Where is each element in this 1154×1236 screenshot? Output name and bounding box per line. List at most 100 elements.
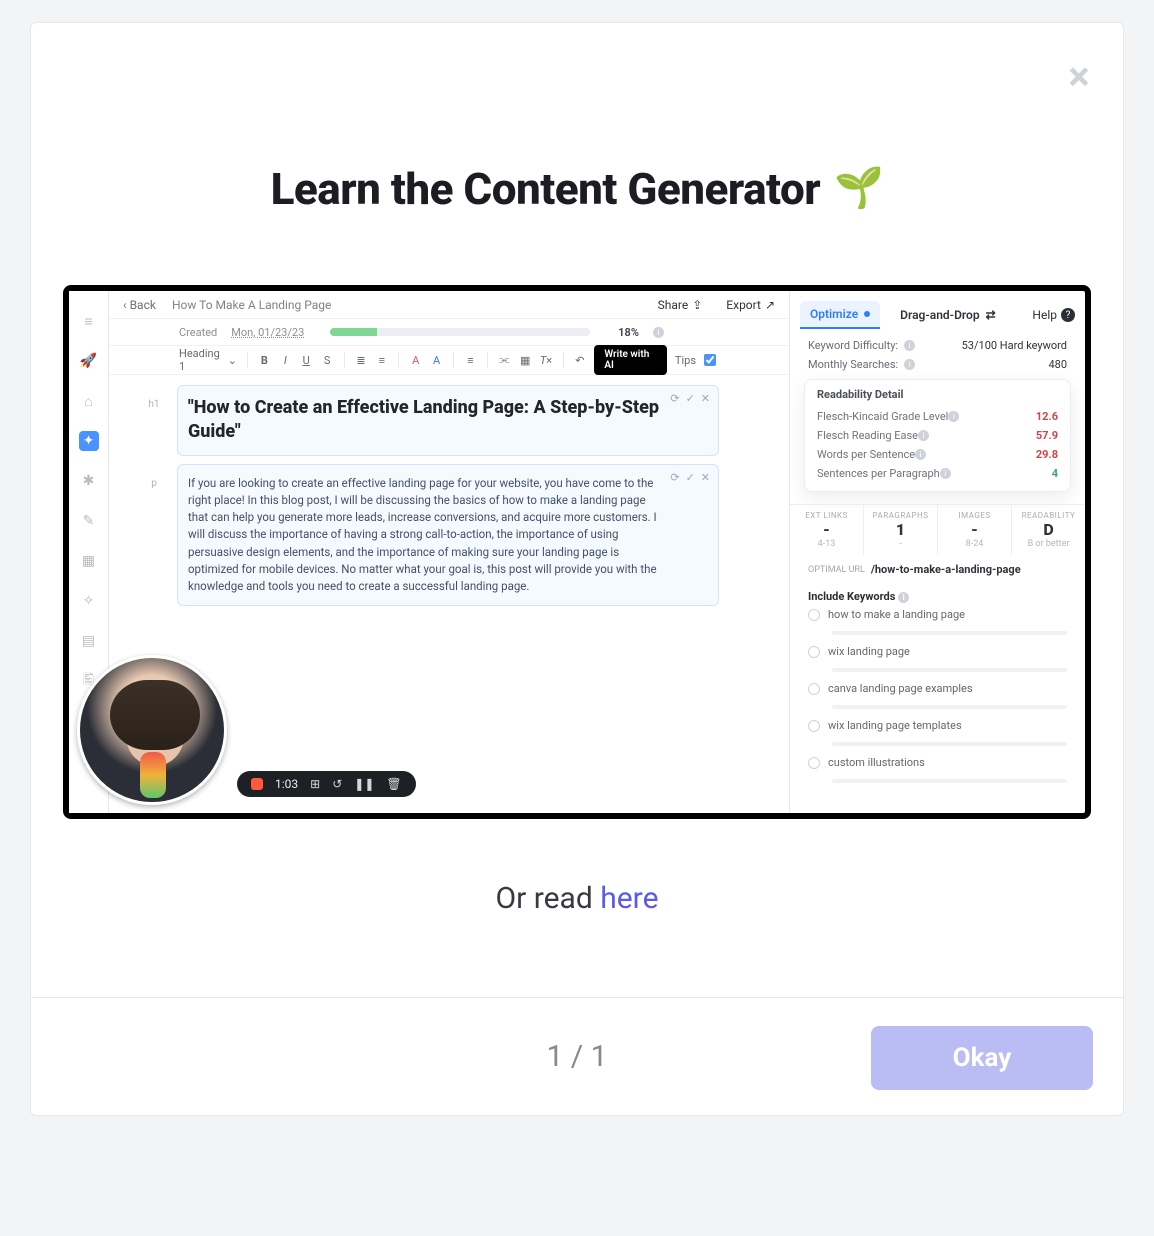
list-ol-icon[interactable]: ≣: [354, 354, 367, 367]
editor-toolbar: Heading 1 ⌄ B I U S ≣ ≡ A A ≡ ⫘ ▦: [109, 345, 789, 375]
edit-icon[interactable]: ✎: [79, 511, 99, 531]
bold-icon[interactable]: B: [258, 354, 271, 367]
atom-icon[interactable]: ✱: [79, 471, 99, 491]
app-frame: ≡ 🚀 ⌂ ✦ ✱ ✎ ▦ ✧ ▤ 🖺 ☻ ⌕ ‹ Back How To Ma…: [69, 291, 1085, 813]
info-icon[interactable]: i: [898, 592, 909, 603]
sprout-icon: 🌱: [834, 164, 883, 211]
highlight-icon[interactable]: A: [430, 354, 443, 367]
bulb-icon[interactable]: ✧: [79, 591, 99, 611]
info-icon[interactable]: i: [918, 430, 929, 441]
pager: 1 / 1: [547, 1039, 608, 1074]
underline-icon[interactable]: U: [300, 354, 313, 367]
grid-icon[interactable]: ⊞: [310, 777, 320, 791]
editor-topbar: ‹ Back How To Make A Landing Page Share …: [109, 291, 789, 319]
keyword-item[interactable]: canva landing page examples: [808, 677, 1067, 700]
keyword-item[interactable]: custom illustrations: [808, 751, 1067, 774]
export-button[interactable]: Export ↗: [726, 298, 775, 312]
stat-images: IMAGES - 8-24: [938, 505, 1012, 555]
text-color-icon[interactable]: A: [409, 354, 422, 367]
or-read-line: Or read here: [31, 881, 1123, 916]
keyword-difficulty-value: 53/100 Hard keyword: [962, 339, 1067, 352]
or-read-prefix: Or read: [496, 881, 601, 916]
keyword-difficulty-row: Keyword Difficulty:i 53/100 Hard keyword: [808, 339, 1067, 352]
keyword-item[interactable]: wix landing page: [808, 640, 1067, 663]
modal-title-text: Learn the Content Generator: [271, 163, 821, 215]
keyword-progress: [808, 737, 1067, 751]
pause-icon[interactable]: ❚❚: [354, 777, 374, 791]
okay-button[interactable]: Okay: [871, 1026, 1093, 1090]
modal-footer: 1 / 1 Okay: [31, 997, 1123, 1115]
strike-icon[interactable]: S: [321, 354, 334, 367]
keyword-progress: [808, 700, 1067, 714]
list-ul-icon[interactable]: ≡: [375, 354, 388, 367]
tab-drag-and-drop[interactable]: Drag-and-Drop ⇄: [890, 302, 1005, 328]
progress-bar: [330, 328, 590, 336]
keyword-item[interactable]: how to make a landing page: [808, 603, 1067, 626]
progress-percent: 18%: [618, 326, 639, 339]
chevron-down-icon: ⌄: [228, 354, 237, 367]
check-icon[interactable]: ✓: [686, 471, 695, 484]
write-with-ai-button[interactable]: Write with AI: [594, 345, 667, 375]
share-button[interactable]: Share ⇪: [658, 298, 703, 312]
restart-icon[interactable]: ↺: [332, 777, 342, 791]
block-tag-h1: h1: [139, 385, 169, 456]
optimize-panel: Optimize Drag-and-Drop ⇄ Help? Keyword D…: [789, 291, 1085, 813]
undo-icon[interactable]: ↶: [573, 354, 586, 367]
close-block-icon[interactable]: ✕: [701, 392, 710, 405]
rocket-icon[interactable]: 🚀: [79, 351, 99, 371]
p-block[interactable]: ⟳✓✕ If you are looking to create an effe…: [177, 464, 719, 607]
target-icon: [864, 311, 870, 317]
created-date: Mon, 01/23/23: [231, 326, 304, 339]
meta-row: Created Mon, 01/23/23 18% i: [109, 319, 789, 345]
image-insert-icon[interactable]: ▦: [519, 354, 532, 367]
keyword-text: wix landing page templates: [828, 719, 962, 732]
include-keywords: Include Keywords i how to make a landing…: [790, 584, 1085, 788]
clear-format-icon[interactable]: T×: [540, 354, 553, 367]
info-icon[interactable]: i: [904, 359, 915, 370]
close-button[interactable]: ×: [1057, 57, 1101, 101]
stat-readability: READABILITY D B or better: [1012, 505, 1085, 555]
readability-title: Readability Detail: [817, 388, 1058, 401]
back-button[interactable]: ‹ Back: [123, 298, 156, 312]
radio-icon: [808, 720, 820, 732]
export-icon: ↗: [765, 298, 775, 312]
tips-checkbox[interactable]: [704, 354, 716, 366]
tab-optimize[interactable]: Optimize: [800, 301, 880, 329]
keyword-item[interactable]: wix landing page templates: [808, 714, 1067, 737]
check-icon[interactable]: ✓: [686, 392, 695, 405]
help-button[interactable]: Help?: [1032, 308, 1075, 322]
recording-controls: 1:03 ⊞ ↺ ❚❚ 🗑: [237, 771, 416, 797]
panel-tabs: Optimize Drag-and-Drop ⇄ Help?: [790, 291, 1085, 329]
keyword-text: custom illustrations: [828, 756, 925, 769]
radio-icon: [808, 757, 820, 769]
info-icon[interactable]: i: [904, 340, 915, 351]
tips-toggle[interactable]: Tips: [675, 351, 719, 369]
h1-block[interactable]: ⟳ ✓ ✕ "How to Create an Effective Landing …: [177, 385, 719, 456]
stat-ext-links: EXT LINKS - 4-13: [790, 505, 864, 555]
cards-icon[interactable]: ▤: [79, 631, 99, 651]
home-icon[interactable]: ⌂: [79, 391, 99, 411]
image-icon[interactable]: ▦: [79, 551, 99, 571]
info-icon[interactable]: i: [948, 411, 959, 422]
or-read-link[interactable]: here: [600, 881, 658, 916]
info-icon[interactable]: i: [653, 327, 664, 338]
modal-title: Learn the Content Generator 🌱: [31, 163, 1123, 215]
align-icon[interactable]: ≡: [464, 354, 477, 367]
close-block-icon[interactable]: ✕: [701, 471, 710, 484]
italic-icon[interactable]: I: [279, 354, 292, 367]
readability-popover: Readability Detail Flesch-Kincaid Grade …: [804, 379, 1071, 492]
info-icon[interactable]: i: [915, 449, 926, 460]
h1-text: "How to Create an Effective Landing Page…: [188, 396, 668, 445]
heading-select[interactable]: Heading 1 ⌄: [179, 347, 237, 373]
video-preview[interactable]: ≡ 🚀 ⌂ ✦ ✱ ✎ ▦ ✧ ▤ 🖺 ☻ ⌕ ‹ Back How To Ma…: [63, 285, 1091, 819]
trash-icon[interactable]: 🗑: [386, 777, 401, 791]
link-icon[interactable]: ⫘: [498, 353, 511, 367]
recording-time: 1:03: [275, 777, 298, 791]
menu-icon[interactable]: ≡: [79, 311, 99, 331]
refresh-icon[interactable]: ⟳: [670, 392, 679, 405]
info-icon[interactable]: i: [940, 468, 951, 479]
document-title: How To Make A Landing Page: [172, 298, 331, 312]
keyword-text: wix landing page: [828, 645, 910, 658]
wand-icon[interactable]: ✦: [79, 431, 99, 451]
refresh-icon[interactable]: ⟳: [670, 471, 679, 484]
